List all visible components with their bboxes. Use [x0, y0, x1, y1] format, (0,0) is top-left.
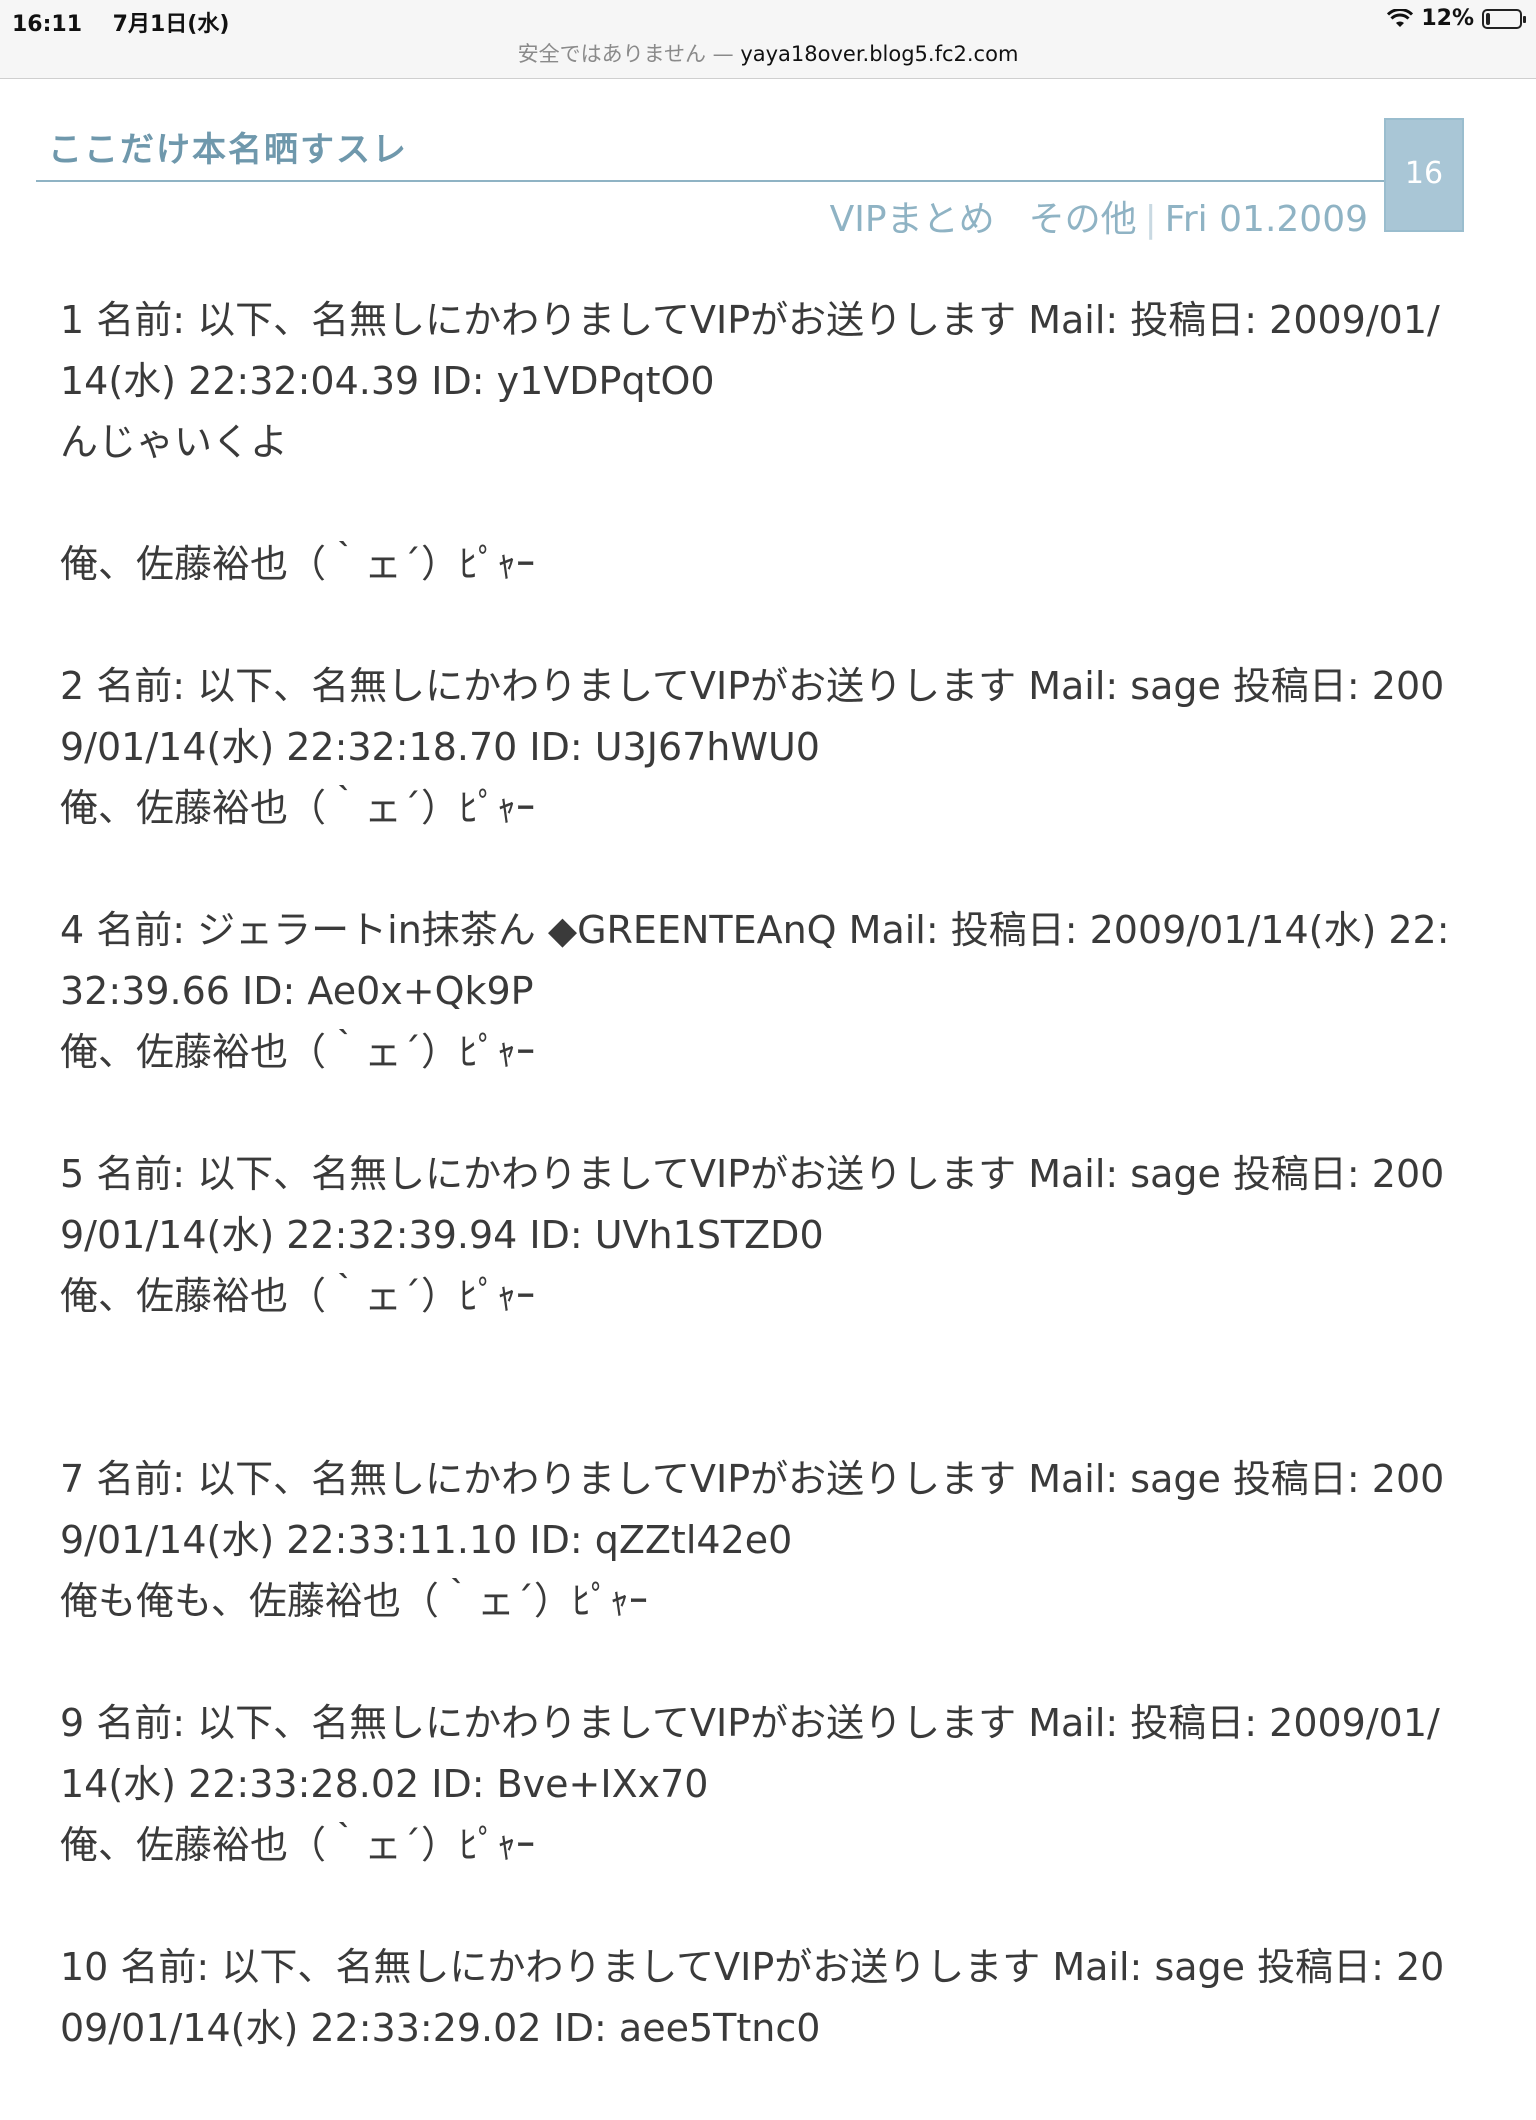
entry-title[interactable]: ここだけ本名晒すスレ	[48, 122, 408, 171]
entry-header: ここだけ本名晒すスレ 16 VIPまとめ その他 | Fri 01.2009	[36, 110, 1464, 240]
wifi-icon	[1387, 8, 1414, 27]
status-time: 16:11	[12, 12, 83, 37]
status-date: 7月1日(水)	[112, 12, 230, 37]
post-body-line: 俺、佐藤裕也（｀ェ´）ﾋﾟｬｰ	[60, 1274, 536, 1318]
status-right: 12%	[1387, 6, 1526, 31]
post-item: 1 名前: 以下、名無しにかわりましてVIPがお送りします Mail: 投稿日:…	[60, 290, 1460, 595]
battery-level	[1486, 12, 1490, 25]
post-item: 4 名前: ジェラートin抹茶ん ◆GREENTEAnQ Mail: 投稿日: …	[60, 900, 1460, 1083]
post-header: 9 名前: 以下、名無しにかわりましてVIPがお送りします Mail: 投稿日:…	[60, 1701, 1440, 1806]
status-bar: 16:11 7月1日(水) 12% 安全ではありません — yaya18over…	[0, 0, 1536, 79]
post-item: 9 名前: 以下、名無しにかわりましてVIPがお送りします Mail: 投稿日:…	[60, 1693, 1460, 1876]
post-body-line	[60, 473, 1460, 534]
post-body-line: 俺、佐藤裕也（｀ェ´）ﾋﾟｬｰ	[60, 542, 536, 586]
post-body-line: んじゃいくよ	[60, 420, 289, 464]
post-body-line: 俺、佐藤裕也（｀ェ´）ﾋﾟｬｰ	[60, 1823, 536, 1867]
entry-meta: VIPまとめ その他 | Fri 01.2009	[830, 190, 1368, 242]
post-body-line: 俺も俺も、佐藤裕也（｀ェ´）ﾋﾟｬｰ	[60, 1579, 648, 1623]
url-domain: yaya18over.blog5.fc2.com	[740, 42, 1019, 66]
address-bar[interactable]: 安全ではありません — yaya18over.blog5.fc2.com	[0, 38, 1536, 68]
category-link-other[interactable]: その他	[1029, 199, 1137, 240]
post-item: 7 名前: 以下、名無しにかわりましてVIPがお送りします Mail: sage…	[60, 1449, 1460, 1632]
post-header: 10 名前: 以下、名無しにかわりましてVIPがお送りします Mail: sag…	[60, 1945, 1445, 2050]
category-link-vip[interactable]: VIPまとめ	[830, 199, 995, 240]
battery-percent: 12%	[1421, 6, 1474, 31]
post-list: 1 名前: 以下、名無しにかわりましてVIPがお送りします Mail: 投稿日:…	[60, 290, 1460, 2120]
post-body-line: 俺、佐藤裕也（｀ェ´）ﾋﾟｬｰ	[60, 786, 536, 830]
post-header: 1 名前: 以下、名無しにかわりましてVIPがお送りします Mail: 投稿日:…	[60, 298, 1440, 403]
insecure-label: 安全ではありません —	[517, 42, 734, 66]
post-header: 4 名前: ジェラートin抹茶ん ◆GREENTEAnQ Mail: 投稿日: …	[60, 908, 1450, 1013]
post-header: 5 名前: 以下、名無しにかわりましてVIPがお送りします Mail: sage…	[60, 1152, 1445, 1257]
meta-separator: |	[1144, 199, 1157, 240]
status-time-date: 16:11 7月1日(水)	[12, 6, 229, 38]
battery-icon	[1482, 8, 1526, 29]
post-item: 5 名前: 以下、名無しにかわりましてVIPがお送りします Mail: sage…	[60, 1144, 1460, 1327]
post-item: 10 名前: 以下、名無しにかわりましてVIPがお送りします Mail: sag…	[60, 1937, 1460, 2059]
date-day: 16	[1404, 156, 1444, 191]
post-item: 2 名前: 以下、名無しにかわりましてVIPがお送りします Mail: sage…	[60, 656, 1460, 839]
entry-date: Fri 01.2009	[1164, 199, 1368, 240]
date-badge: 16	[1384, 118, 1464, 232]
post-header: 7 名前: 以下、名無しにかわりましてVIPがお送りします Mail: sage…	[60, 1457, 1445, 1562]
post-header: 2 名前: 以下、名無しにかわりましてVIPがお送りします Mail: sage…	[60, 664, 1445, 769]
post-body-line: 俺、佐藤裕也（｀ェ´）ﾋﾟｬｰ	[60, 1030, 536, 1074]
title-divider	[36, 180, 1384, 182]
